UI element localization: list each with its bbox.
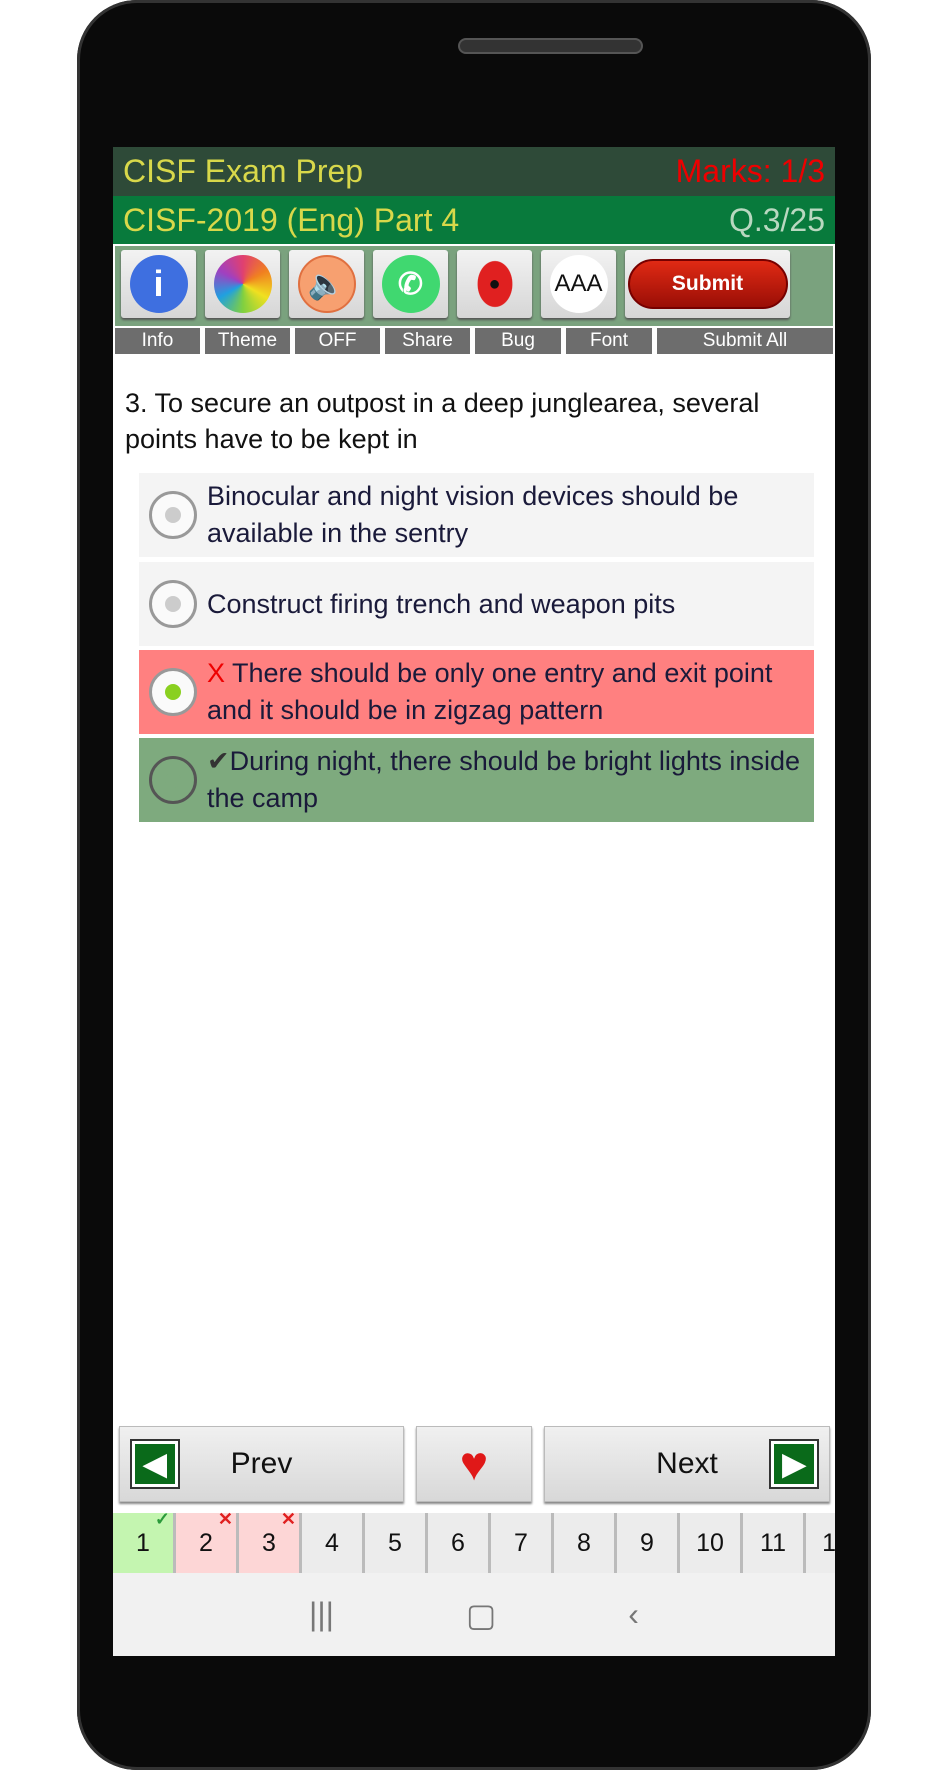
app-header: CISF Exam Prep Marks: 1/3 <box>113 147 835 196</box>
next-icon: ▶ <box>769 1439 819 1489</box>
recent-apps-icon[interactable]: ||| <box>309 1596 334 1633</box>
font-size-icon: AAA <box>549 255 608 313</box>
favorite-button[interactable]: ♥ <box>416 1426 532 1502</box>
option-2[interactable]: Construct firing trench and weapon pits <box>139 562 814 646</box>
prev-label: Prev <box>230 1447 293 1480</box>
check-icon: ✓ <box>154 1509 170 1529</box>
question-number: 4 <box>325 1528 339 1557</box>
cross-icon: ✕ <box>217 1509 233 1529</box>
option-3-wrong[interactable]: X There should be only one entry and exi… <box>139 650 814 734</box>
radio-button-selected[interactable] <box>149 668 197 716</box>
whatsapp-icon: ✆ <box>381 255 440 313</box>
next-label: Next <box>656 1447 718 1480</box>
question-counter: Q.3/25 <box>728 201 825 238</box>
question-cell[interactable]: 10 <box>680 1513 740 1573</box>
option-text: There should be only one entry and exit … <box>207 658 773 725</box>
app-screen: CISF Exam Prep Marks: 1/3 CISF-2019 (Eng… <box>113 147 835 1656</box>
label-bug: Bug <box>475 328 561 354</box>
question-number: 3 <box>262 1528 276 1557</box>
toolbar-labels: Info Theme OFF Share Bug Font Submit All <box>115 328 833 354</box>
quiz-header: CISF-2019 (Eng) Part 4 Q.3/25 <box>113 196 835 244</box>
question-number: 11 <box>760 1528 786 1557</box>
question-cell[interactable]: 4 <box>302 1513 362 1573</box>
option-text: Binocular and night vision devices shoul… <box>207 481 739 548</box>
earpiece <box>458 38 643 54</box>
question-cell[interactable]: 6 <box>428 1513 488 1573</box>
next-button[interactable]: Next ▶ <box>544 1426 830 1502</box>
question-number: 9 <box>640 1528 654 1557</box>
label-submit-all: Submit All <box>657 328 833 354</box>
wrong-mark: X <box>207 658 226 688</box>
question-number: 5 <box>388 1528 402 1557</box>
info-icon: i <box>129 255 188 313</box>
option-text: During night, there should be bright lig… <box>207 746 800 813</box>
marks-score: Marks: 1/3 <box>675 153 825 189</box>
sound-button[interactable]: 🔈 <box>289 250 364 318</box>
radio-button[interactable] <box>149 756 197 804</box>
question-number: 8 <box>577 1528 591 1557</box>
back-icon[interactable]: ‹ <box>628 1596 639 1633</box>
home-icon[interactable]: ▢ <box>466 1596 496 1634</box>
question-cell[interactable]: 12 <box>806 1513 835 1573</box>
submit-button[interactable]: Submit <box>625 250 790 318</box>
radio-button[interactable] <box>149 491 197 539</box>
toolbar: i 🔈 ✆ ● AAA Submit <box>113 244 835 328</box>
font-button[interactable]: AAA <box>541 250 616 318</box>
prev-button[interactable]: ◀ Prev <box>119 1426 404 1502</box>
question-strip: 1✓2✕3✕456789101112 <box>113 1509 835 1573</box>
radio-button[interactable] <box>149 580 197 628</box>
prev-icon: ◀ <box>130 1439 180 1489</box>
option-4-correct[interactable]: ✔During night, there should be bright li… <box>139 738 814 822</box>
question-cell[interactable]: 8 <box>554 1513 614 1573</box>
question-cell[interactable]: 9 <box>617 1513 677 1573</box>
speaker-icon: 🔈 <box>297 255 356 313</box>
cross-icon: ✕ <box>280 1509 296 1529</box>
label-share: Share <box>385 328 470 354</box>
question-number: 1 <box>136 1528 150 1557</box>
label-font: Font <box>566 328 652 354</box>
app-title: CISF Exam Prep <box>123 153 364 189</box>
label-sound: OFF <box>295 328 380 354</box>
question-cell[interactable]: 3 ✕ <box>239 1509 299 1573</box>
label-info: Info <box>115 328 200 354</box>
theme-button[interactable] <box>205 250 280 318</box>
info-button[interactable]: i <box>121 250 196 318</box>
ladybug-icon: ● <box>472 255 517 313</box>
question-number: 10 <box>696 1528 724 1557</box>
question-cell[interactable]: 2 ✕ <box>176 1509 236 1573</box>
share-button[interactable]: ✆ <box>373 250 448 318</box>
label-theme: Theme <box>205 328 290 354</box>
check-icon: ✔ <box>207 746 230 776</box>
submit-label: Submit <box>627 259 788 309</box>
question-cell[interactable]: 5 <box>365 1513 425 1573</box>
option-text: Construct firing trench and weapon pits <box>207 588 676 619</box>
question-cell[interactable]: 7 <box>491 1513 551 1573</box>
quiz-title: CISF-2019 (Eng) Part 4 <box>123 201 460 238</box>
theme-icon <box>213 255 272 313</box>
question-cell[interactable]: 1 ✓ <box>113 1509 173 1573</box>
question-number: 6 <box>451 1528 465 1557</box>
bug-button[interactable]: ● <box>457 250 532 318</box>
option-1[interactable]: Binocular and night vision devices shoul… <box>139 473 814 557</box>
system-nav-bar: ||| ▢ ‹ <box>113 1573 835 1656</box>
question-number: 12 <box>822 1528 835 1557</box>
question-text: 3. To secure an outpost in a deep jungle… <box>125 388 760 454</box>
heart-icon: ♥ <box>459 1437 489 1491</box>
question-cell[interactable]: 11 <box>743 1513 803 1573</box>
question-number: 2 <box>199 1528 213 1557</box>
question-number: 7 <box>514 1528 528 1557</box>
